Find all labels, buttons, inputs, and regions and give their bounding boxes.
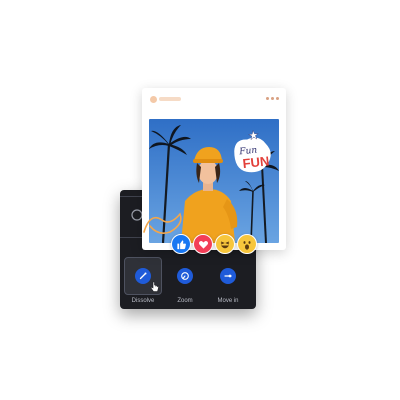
wand-icon [135, 268, 151, 284]
animation-option-zoom[interactable] [166, 257, 204, 295]
haha-icon[interactable] [215, 234, 235, 254]
wow-icon[interactable] [237, 234, 257, 254]
arrow-right-icon [220, 268, 236, 284]
username-placeholder [159, 97, 181, 101]
sticker-fun-text: FUN [242, 153, 270, 171]
animation-option-move-in-label: Move in [217, 298, 239, 304]
animation-option-zoom-label: Zoom [177, 298, 193, 304]
animation-option-dissolve-label: Dissolve [131, 298, 155, 304]
like-icon[interactable] [171, 234, 191, 254]
zoom-dial-icon [177, 268, 193, 284]
love-icon[interactable] [193, 234, 213, 254]
animation-option-move-in[interactable] [209, 257, 247, 295]
canvas: No Dissolve Zoom Move i [0, 0, 400, 400]
more-options-icon[interactable] [266, 97, 279, 100]
hand-cursor-icon [150, 281, 159, 292]
avatar [150, 96, 157, 103]
